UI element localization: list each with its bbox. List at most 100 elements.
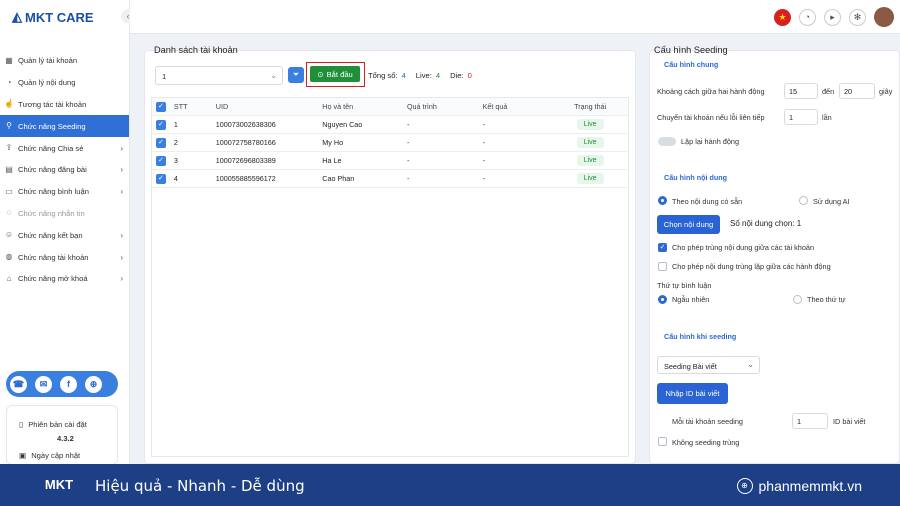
avatar[interactable] — [874, 7, 894, 27]
row-checkbox[interactable]: ✓ — [155, 137, 166, 148]
table-row[interactable]: ✓ 2 100072758780166 My Ho - - Live — [152, 134, 628, 152]
table-header: ✓ STT UID Họ và tên Quá trình Kết quả Tr… — [152, 98, 628, 116]
switch-account-input[interactable]: 1 — [784, 109, 818, 125]
account-table: ✓ STT UID Họ và tên Quá trình Kết quả Tr… — [151, 97, 629, 457]
account-group-select[interactable]: 1 ⌄ — [155, 66, 283, 85]
account-icon: ◍ — [5, 252, 13, 262]
share-icon: ⇪ — [5, 143, 13, 153]
post-icon: ▤ — [5, 164, 13, 174]
version-number: 4.3.2 — [57, 434, 74, 443]
footer-slogan: Hiệu quả - Nhanh - Dễ dùng — [95, 477, 305, 495]
chevron-right-icon: › — [120, 187, 123, 197]
chosen-count: Số nội dung chọn: 1 — [730, 219, 802, 228]
table-row[interactable]: ✓ 4 100055885596172 Cao Phan - - Live — [152, 170, 628, 188]
footer-logo: MKT — [44, 477, 74, 492]
select-all-checkbox[interactable]: ✓ — [155, 101, 166, 112]
status-badge: Live — [576, 173, 604, 184]
chevron-right-icon: › — [120, 165, 123, 175]
sidebar-item-message[interactable]: ◌ Chức năng nhắn tin — [0, 203, 129, 225]
folder-icon: ◔ — [6, 77, 12, 87]
grid-icon: ▦ — [5, 55, 13, 65]
config-title: Cấu hình Seeding — [654, 45, 728, 55]
start-button[interactable]: ⊙ Bắt đầu — [310, 66, 360, 82]
content-ai-radio[interactable] — [799, 196, 808, 205]
sidebar-item-share[interactable]: ⇪ Chức năng Chia sẻ › — [0, 137, 129, 159]
row-checkbox[interactable]: ✓ — [155, 173, 166, 184]
per-account-input[interactable]: 1 — [792, 413, 828, 429]
add-friend-icon: ☺ — [4, 230, 14, 240]
general-config-title: Cấu hình chung — [664, 60, 719, 69]
gear-icon[interactable]: ✻ — [849, 8, 866, 26]
seeding-type-select[interactable]: Seeding Bài viết ⌄ — [657, 356, 760, 374]
app-name: MKT CARE — [25, 9, 94, 25]
vietnam-flag-icon[interactable]: ★ — [774, 8, 791, 26]
sidebar-menu: ▦ Quản lý tài khoản ◔ Quản lý nội dung ☝ Tư… — [0, 50, 129, 290]
import-post-id-button[interactable]: Nhập ID bài viết — [657, 383, 728, 404]
allow-dup-actions-checkbox[interactable] — [658, 262, 667, 271]
hand-icon: ☝ — [4, 99, 14, 109]
logo-mark-icon: ◭ — [12, 9, 22, 24]
chevron-right-icon: › — [120, 252, 123, 262]
topbar: ★ ◔ ▸ ✻ — [130, 0, 900, 34]
chevron-right-icon: › — [120, 143, 123, 153]
promo-footer: MKT Hiệu quả - Nhanh - Dễ dùng ⊕ phanmemm… — [0, 464, 900, 506]
order-random-radio[interactable] — [658, 295, 667, 304]
table-row[interactable]: ✓ 1 100073002638306 Nguyen Cao - - Live — [152, 116, 628, 134]
sidebar-item-content-management[interactable]: ◔ Quản lý nội dung — [0, 72, 129, 94]
messenger-icon[interactable]: ✉ — [35, 375, 52, 393]
comment-order-label: Thứ tự bình luận — [657, 281, 712, 290]
sidebar-item-add-friend[interactable]: ☺ Chức năng kết bạn › — [0, 224, 129, 246]
sidebar-item-comment[interactable]: ▭ Chức năng bình luận › — [0, 181, 129, 203]
seed-icon: ⚲ — [6, 121, 12, 131]
order-sequential-radio[interactable] — [793, 295, 802, 304]
table-row[interactable]: ✓ 3 100072696803389 Ha Le - - Live — [152, 152, 628, 170]
no-dup-seeding-checkbox[interactable] — [658, 437, 667, 446]
chevron-down-icon: ⌄ — [747, 360, 754, 369]
sidebar-item-seeding[interactable]: ⚲ Chức năng Seeding — [0, 115, 129, 138]
content-existing-radio[interactable] — [658, 196, 667, 205]
play-circle-icon: ⊙ — [317, 69, 324, 79]
account-stats: Tổng số: 4 Live: 4 Die: 0 — [368, 71, 472, 80]
allow-dup-accounts-checkbox[interactable]: ✓ — [658, 243, 667, 252]
facebook-icon[interactable]: f — [60, 375, 77, 393]
footer-website: ⊕ phanmemmkt.vn — [736, 478, 862, 494]
app-logo: ◭ MKT CARE — [12, 9, 94, 25]
sidebar-item-account-management[interactable]: ▦ Quản lý tài khoản — [0, 50, 129, 72]
account-list-title: Danh sách tài khoản — [154, 45, 238, 55]
choose-content-button[interactable]: Chọn nội dung — [657, 215, 720, 234]
row-checkbox[interactable]: ✓ — [155, 155, 166, 166]
sidebar: ◭ MKT CARE ‹ ▦ Quản lý tài khoản ◔ Quản lý… — [0, 0, 135, 465]
row-checkbox[interactable]: ✓ — [155, 119, 166, 130]
live-count: 4 — [435, 71, 441, 80]
comment-icon: ▭ — [5, 186, 13, 196]
social-links: ☎ ✉ f ⊕ — [6, 371, 118, 397]
die-count: 0 — [467, 71, 472, 80]
total-count: 4 — [401, 71, 406, 80]
content-config-title: Cấu hình nội dung — [664, 173, 728, 182]
message-icon: ◌ — [6, 208, 12, 218]
sidebar-item-post[interactable]: ▤ Chức năng đăng bài › — [0, 159, 129, 181]
topbar-icons: ★ ◔ ▸ ✻ — [774, 7, 894, 27]
filter-button[interactable]: ⏷ — [288, 67, 304, 83]
interval-from-input[interactable]: 15 — [784, 83, 818, 99]
chevron-down-icon: ⌄ — [270, 71, 277, 80]
seeding-config-title: Cấu hình khi seeding — [664, 332, 737, 341]
version-icon: ▯ — [19, 420, 24, 429]
globe-icon: ⊕ — [736, 478, 753, 494]
website-icon[interactable]: ⊕ — [85, 375, 102, 393]
version-card: ▯ Phiên bản cài đặt 4.3.2 ▣ Ngày cập nhật — [6, 405, 118, 465]
calendar-icon: ▣ — [19, 451, 27, 460]
support-icon[interactable]: ☎ — [10, 375, 27, 393]
status-badge: Live — [576, 119, 604, 130]
sidebar-item-account-functions[interactable]: ◍ Chức năng tài khoản › — [0, 246, 129, 268]
play-icon[interactable]: ▸ — [824, 8, 841, 26]
bell-icon[interactable]: ◔ — [799, 8, 816, 26]
sidebar-item-account-interaction[interactable]: ☝ Tương tác tài khoản — [0, 94, 129, 116]
chevron-right-icon: › — [120, 274, 123, 284]
chevron-right-icon: › — [120, 230, 123, 240]
interval-to-input[interactable]: 20 — [839, 83, 875, 99]
start-highlight: ⊙ Bắt đầu — [306, 62, 365, 87]
status-badge: Live — [576, 155, 604, 166]
sidebar-item-unlock[interactable]: ⌂ Chức năng mở khoá › — [0, 268, 129, 290]
repeat-action-toggle[interactable] — [658, 137, 676, 146]
